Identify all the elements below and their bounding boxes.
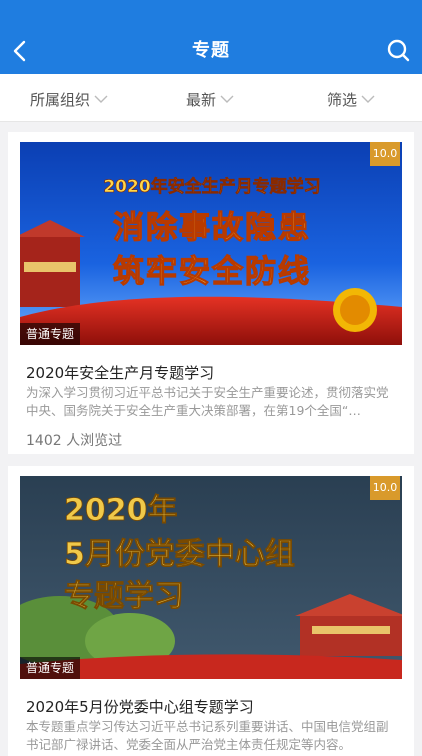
topic-card[interactable]: 2020年 5月份党委中心组 专题学习 10.0 普通专题 2020年5月份党委… <box>8 466 414 756</box>
topic-banner-image: 2020年安全生产月专题学习 消除事故隐患 筑牢安全防线 10.0 普通专题 <box>20 142 402 345</box>
banner-line-3: 专题学习 <box>64 579 184 614</box>
safety-month-banner: 2020年安全生产月专题学习 消除事故隐患 筑牢安全防线 <box>20 142 402 345</box>
banner-line-1: 2020年 <box>64 493 178 528</box>
chevron-down-icon <box>361 95 375 103</box>
chevron-down-icon <box>220 95 234 103</box>
filter-organization-label: 所属组织 <box>30 90 91 109</box>
banner-line-2: 筑牢安全防线 <box>113 254 311 290</box>
banner-line-2: 5月份党委中心组 <box>64 537 295 572</box>
chevron-down-icon <box>94 95 108 103</box>
search-icon[interactable] <box>386 38 410 62</box>
topic-description: 本专题重点学习传达习近平总书记系列重要讲话、中国电信党组副书记部广禄讲话、党委全… <box>26 719 389 752</box>
filter-latest-label: 最新 <box>186 90 217 109</box>
topic-card[interactable]: 2020年安全生产月专题学习 消除事故隐患 筑牢安全防线 10.0 普通专题 2… <box>8 132 414 454</box>
topic-banner-image: 2020年 5月份党委中心组 专题学习 10.0 普通专题 <box>20 476 402 679</box>
topic-type-badge: 普通专题 <box>20 323 81 345</box>
filter-organization[interactable]: 所属组织 <box>30 88 108 110</box>
score-badge: 10.0 <box>370 476 400 500</box>
header-bar: 专题 <box>0 0 422 74</box>
banner-caption: 2020年安全生产月专题学习 <box>103 176 320 197</box>
view-count: 1402 人浏览过 <box>26 433 123 449</box>
page-title: 专题 <box>192 40 230 61</box>
topic-title: 2020年5月份党委中心组专题学习 <box>26 698 254 716</box>
filter-latest[interactable]: 最新 <box>186 88 234 110</box>
topic-type-badge: 普通专题 <box>20 657 81 679</box>
topic-description: 为深入学习贯彻习近平总书记关于安全生产重要论述，贯彻落实党中央、国务院关于安全生… <box>26 385 389 418</box>
banner-line-1: 消除事故隐患 <box>113 210 311 246</box>
score-badge: 10.0 <box>370 142 400 166</box>
filter-screen-label: 筛选 <box>327 90 358 109</box>
filter-bar: 所属组织 最新 筛选 <box>0 74 422 122</box>
filter-screen[interactable]: 筛选 <box>327 88 375 110</box>
party-study-banner: 2020年 5月份党委中心组 专题学习 <box>20 476 402 679</box>
topic-title: 2020年安全生产月专题学习 <box>26 364 215 382</box>
